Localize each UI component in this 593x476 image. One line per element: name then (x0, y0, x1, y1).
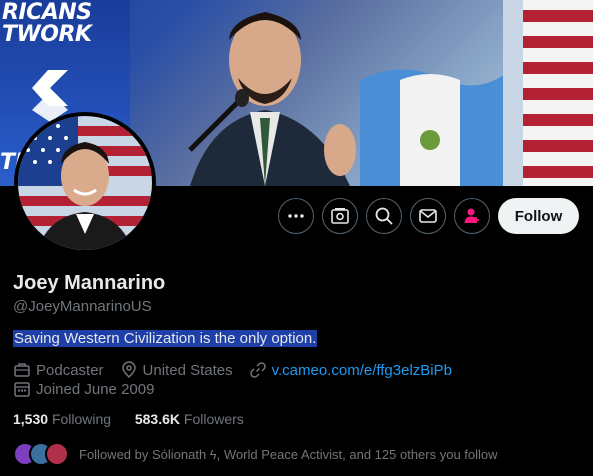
location-icon (120, 361, 138, 379)
following-count: 1,530 (13, 411, 49, 427)
following-link[interactable]: 1,530 Following (13, 411, 115, 427)
more-button[interactable] (278, 198, 314, 234)
profile-actions: Follow (0, 198, 593, 234)
profile-link[interactable]: v.cameo.com/e/ffg3elzBiPb (272, 362, 452, 379)
notify-icon (464, 208, 479, 223)
profile-joined-row: Joined June 2009 (13, 380, 154, 398)
followed-by-row[interactable]: Followed by Sólionath ϟ, World Peace Act… (13, 442, 498, 466)
more-icon (288, 214, 304, 218)
banner-speaker-image (188, 12, 356, 186)
profile-meta-row: Podcaster United States v.cameo.com/e/ff… (13, 361, 452, 379)
link-icon (249, 361, 267, 379)
message-button[interactable] (410, 198, 446, 234)
follower-avatar (45, 442, 69, 466)
profile-bio: Saving Western Civilization is the only … (13, 330, 318, 347)
follow-button[interactable]: Follow (498, 198, 579, 234)
profile-location: United States (142, 361, 233, 379)
profile-name: Joey Mannarino (13, 272, 166, 294)
calendar-icon (13, 380, 31, 398)
banner-flag-guatemala (360, 69, 510, 186)
banner-sign-text: RICANS TWORK (2, 0, 92, 47)
search-button[interactable] (366, 198, 402, 234)
profile-category: Podcaster (36, 361, 104, 379)
profile-handle: @JoeyMannarinoUS (13, 298, 152, 315)
followed-by-text: Followed by Sólionath ϟ, World Peace Act… (79, 446, 498, 462)
following-label: Following (51, 411, 112, 427)
banner-flag-usa (503, 0, 593, 186)
briefcase-icon (13, 361, 31, 379)
notify-button[interactable] (454, 198, 490, 234)
followers-count: 583.6K (134, 411, 181, 427)
subscribe-button[interactable] (322, 198, 358, 234)
subscribe-icon (331, 208, 349, 224)
message-icon (419, 209, 437, 223)
followers-link[interactable]: 583.6K Followers (135, 411, 244, 427)
followers-label: Followers (183, 411, 244, 427)
profile-joined: Joined June 2009 (36, 380, 155, 398)
search-icon (375, 207, 393, 225)
profile-counts: 1,530 Following 583.6K Followers (13, 411, 244, 427)
